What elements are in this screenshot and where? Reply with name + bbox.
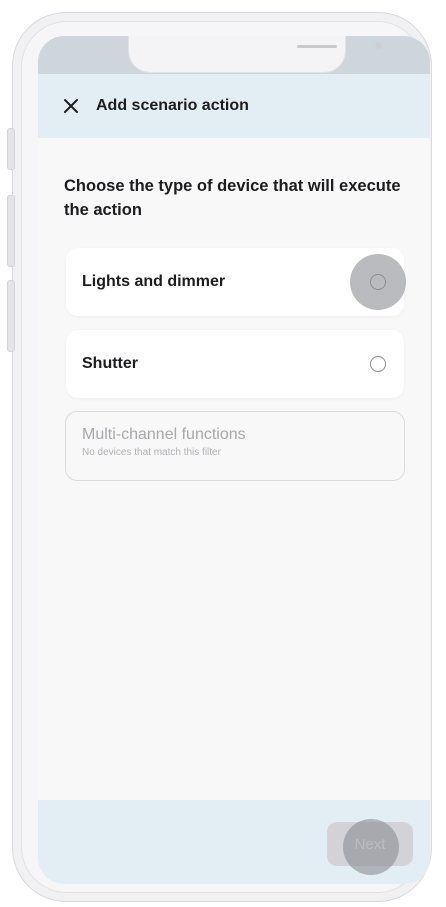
phone-side-button — [7, 128, 15, 170]
disabled-option-title: Multi-channel functions — [82, 426, 246, 443]
radio-button[interactable] — [370, 356, 386, 372]
footer-bar: Next — [38, 800, 430, 884]
page-title: Add scenario action — [96, 97, 249, 114]
option-shutter[interactable]: Shutter — [66, 330, 404, 398]
next-button[interactable]: Next — [327, 822, 413, 866]
option-lights-and-dimmer[interactable]: Lights and dimmer — [66, 248, 404, 316]
option-multi-channel-functions: Multi-channel functions No devices that … — [65, 411, 405, 481]
question-text: Choose the type of device that will exec… — [64, 177, 401, 219]
phone-side-button — [7, 280, 15, 352]
close-icon — [64, 99, 78, 113]
app-header: Add scenario action — [38, 74, 430, 138]
option-label: Shutter — [82, 355, 138, 372]
radio-button[interactable] — [370, 274, 386, 290]
phone-notch — [128, 36, 382, 73]
disabled-option-subtitle: No devices that match this filter — [82, 447, 221, 458]
option-label: Lights and dimmer — [82, 273, 226, 290]
phone-side-button — [7, 195, 15, 267]
front-camera — [375, 42, 382, 49]
speaker-grille — [297, 45, 337, 48]
app-screen: Add scenario action Choose the type of d… — [38, 36, 430, 884]
status-bar — [38, 36, 430, 74]
close-button[interactable] — [58, 93, 84, 119]
